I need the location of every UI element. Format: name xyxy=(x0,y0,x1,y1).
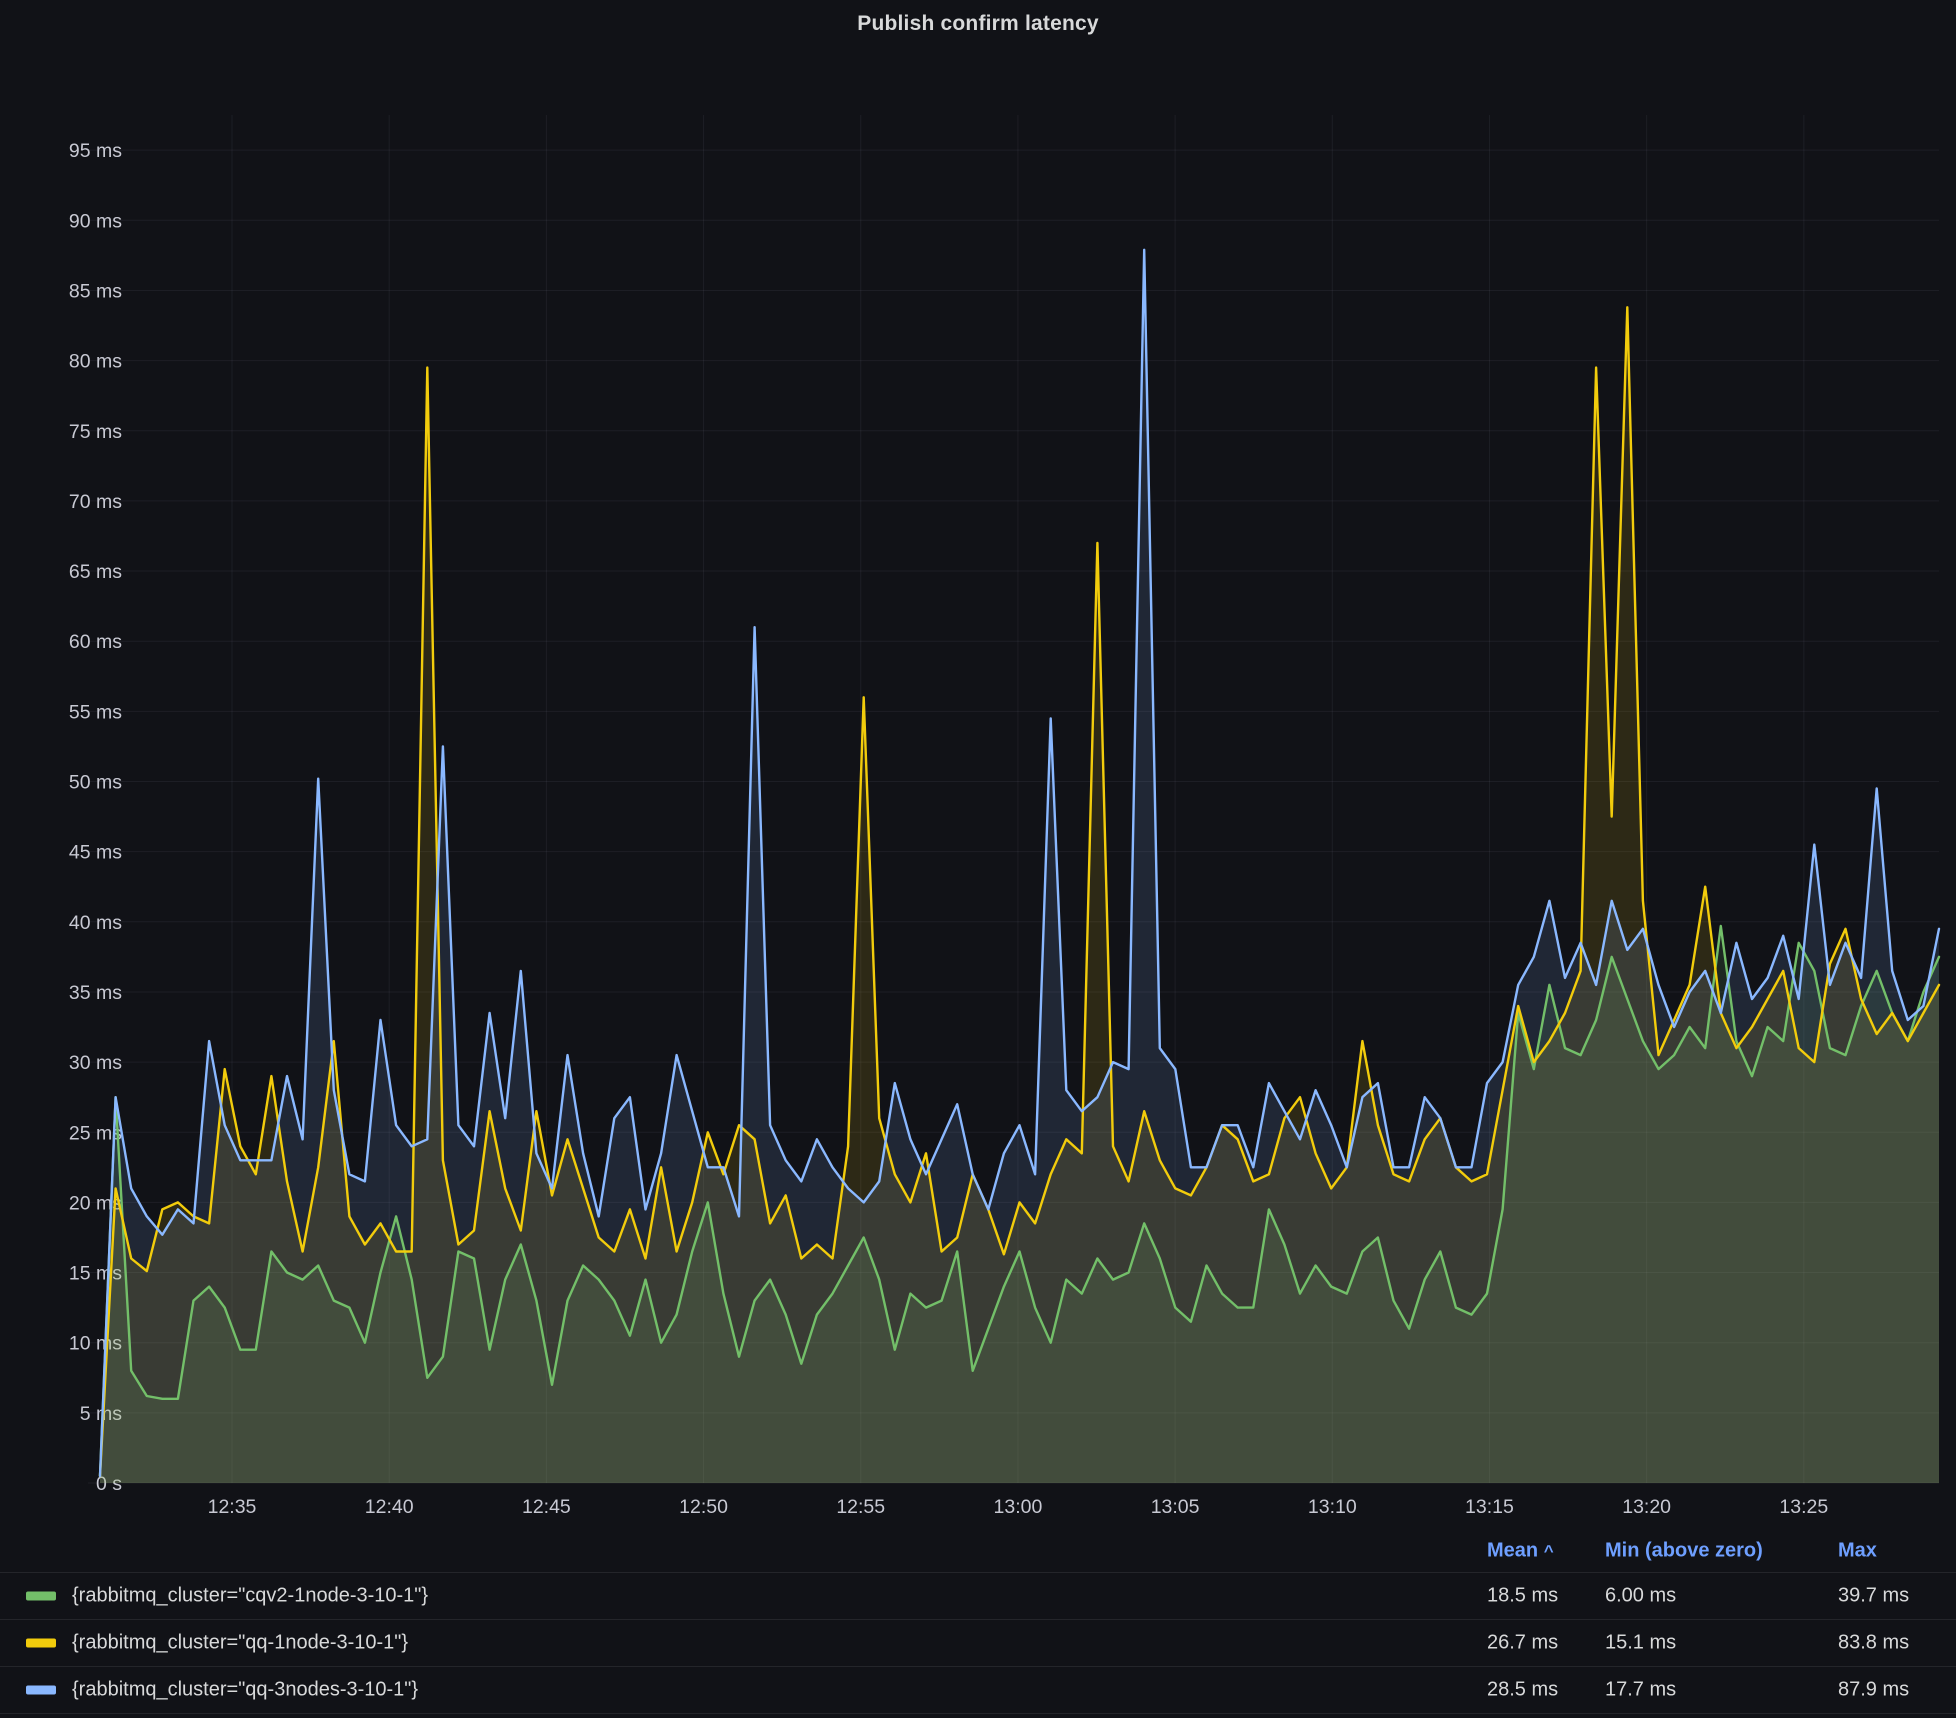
max-value: 87.9 ms xyxy=(1838,1679,1909,1702)
mean-value: 28.5 ms xyxy=(1487,1679,1558,1702)
svg-text:13:00: 13:00 xyxy=(994,1496,1043,1518)
grafana-panel: Publish confirm latency 0 s5 ms10 ms15 m… xyxy=(0,0,1956,1718)
svg-text:55 ms: 55 ms xyxy=(69,701,122,723)
legend-header-row: Mean ^ Min (above zero) Max xyxy=(0,1530,1956,1572)
svg-text:12:35: 12:35 xyxy=(208,1496,257,1518)
sort-ascending-icon: ^ xyxy=(1544,1542,1554,1561)
max-value: 83.8 ms xyxy=(1838,1632,1909,1655)
svg-text:65 ms: 65 ms xyxy=(69,561,122,583)
svg-text:13:25: 13:25 xyxy=(1779,1496,1828,1518)
svg-text:60 ms: 60 ms xyxy=(69,631,122,653)
legend-row-qq-3nodes: {rabbitmq_cluster="qq-3nodes-3-10-1"} 28… xyxy=(0,1666,1956,1713)
svg-text:30 ms: 30 ms xyxy=(69,1052,122,1074)
latency-time-series-chart[interactable]: 0 s5 ms10 ms15 ms20 ms25 ms30 ms35 ms40 … xyxy=(0,0,1956,1530)
svg-text:12:45: 12:45 xyxy=(522,1496,571,1518)
legend-header-mean[interactable]: Mean ^ xyxy=(1487,1540,1554,1563)
svg-text:45 ms: 45 ms xyxy=(69,842,122,864)
min-value: 6.00 ms xyxy=(1605,1585,1676,1608)
svg-text:13:10: 13:10 xyxy=(1308,1496,1357,1518)
svg-text:13:15: 13:15 xyxy=(1465,1496,1514,1518)
svg-text:50 ms: 50 ms xyxy=(69,772,122,794)
max-value: 39.7 ms xyxy=(1838,1585,1909,1608)
legend-header-max[interactable]: Max xyxy=(1838,1540,1877,1563)
legend-bottom-divider xyxy=(0,1713,1956,1714)
svg-text:90 ms: 90 ms xyxy=(69,210,122,232)
svg-text:13:20: 13:20 xyxy=(1622,1496,1671,1518)
svg-text:75 ms: 75 ms xyxy=(69,421,122,443)
mean-header-label: Mean xyxy=(1487,1540,1538,1562)
legend-row-cqv2-1node: {rabbitmq_cluster="cqv2-1node-3-10-1"} 1… xyxy=(0,1572,1956,1619)
series-color-swatch[interactable] xyxy=(26,1686,56,1695)
svg-text:12:55: 12:55 xyxy=(836,1496,885,1518)
mean-value: 18.5 ms xyxy=(1487,1585,1558,1608)
series-label[interactable]: {rabbitmq_cluster="qq-3nodes-3-10-1"} xyxy=(72,1679,418,1702)
legend-row-qq-1node: {rabbitmq_cluster="qq-1node-3-10-1"} 26.… xyxy=(0,1619,1956,1666)
svg-text:95 ms: 95 ms xyxy=(69,140,122,162)
svg-text:80 ms: 80 ms xyxy=(69,351,122,373)
series-color-swatch[interactable] xyxy=(26,1592,56,1601)
svg-text:13:05: 13:05 xyxy=(1151,1496,1200,1518)
min-value: 15.1 ms xyxy=(1605,1632,1676,1655)
svg-text:12:50: 12:50 xyxy=(679,1496,728,1518)
series-label[interactable]: {rabbitmq_cluster="cqv2-1node-3-10-1"} xyxy=(72,1585,428,1608)
legend-header-min[interactable]: Min (above zero) xyxy=(1605,1540,1763,1563)
panel-title[interactable]: Publish confirm latency xyxy=(0,12,1956,36)
svg-text:70 ms: 70 ms xyxy=(69,491,122,513)
legend-table: Mean ^ Min (above zero) Max {rabbitmq_cl… xyxy=(0,1530,1956,1714)
min-value: 17.7 ms xyxy=(1605,1679,1676,1702)
svg-text:40 ms: 40 ms xyxy=(69,912,122,934)
series-color-swatch[interactable] xyxy=(26,1639,56,1648)
mean-value: 26.7 ms xyxy=(1487,1632,1558,1655)
svg-text:35 ms: 35 ms xyxy=(69,982,122,1004)
series-label[interactable]: {rabbitmq_cluster="qq-1node-3-10-1"} xyxy=(72,1632,408,1655)
svg-text:85 ms: 85 ms xyxy=(69,280,122,302)
svg-text:12:40: 12:40 xyxy=(365,1496,414,1518)
